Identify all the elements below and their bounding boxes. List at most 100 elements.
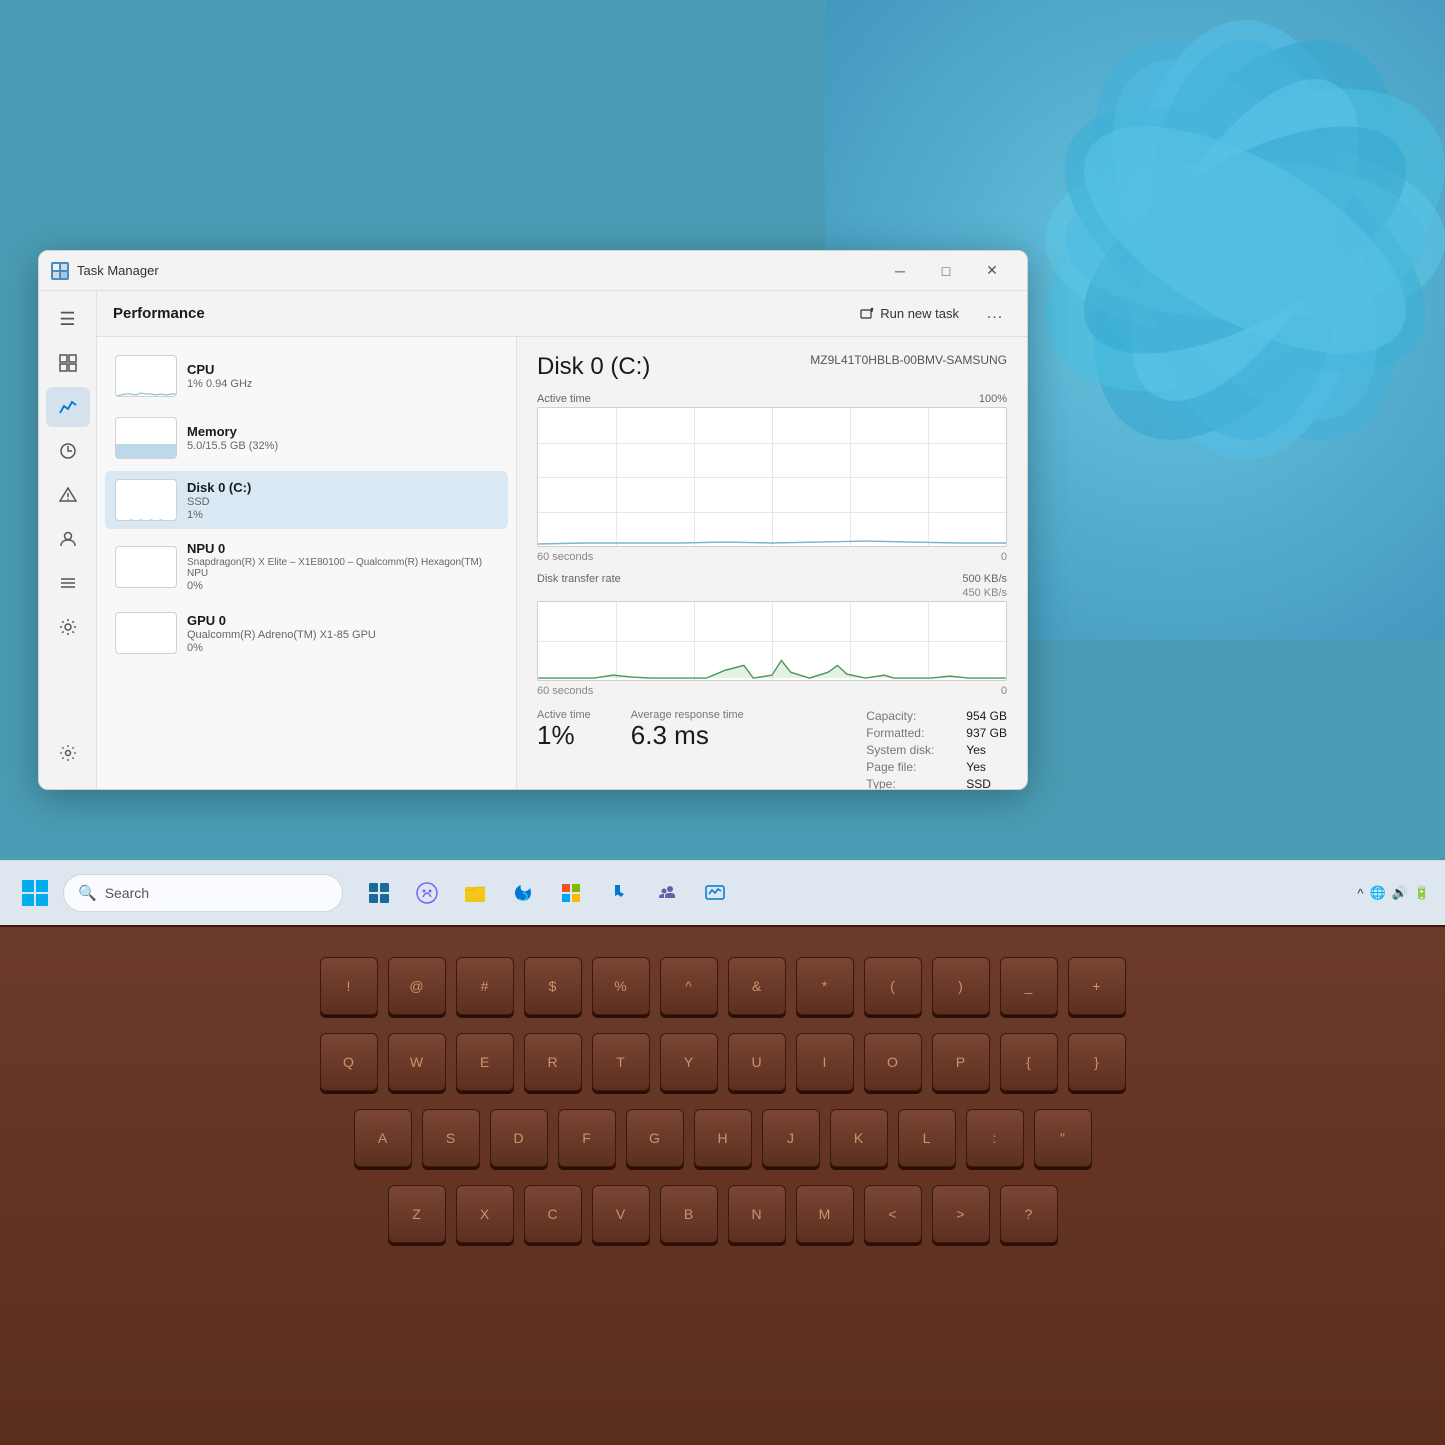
file-explorer-button[interactable]: [453, 871, 497, 915]
key-z[interactable]: Z: [388, 1185, 446, 1243]
system-tray[interactable]: ^: [1357, 886, 1363, 901]
key-lparen[interactable]: (: [864, 957, 922, 1015]
key-m[interactable]: M: [796, 1185, 854, 1243]
active-time-stat-value: 1%: [537, 721, 591, 750]
npu0-perf-item[interactable]: NPU 0 Snapdragon(R) X Elite – X1E80100 –…: [105, 533, 508, 600]
bing-icon: [608, 882, 630, 904]
transfer-rate-chart-label: Disk transfer rate 500 KB/s: [537, 573, 1007, 585]
task-manager-window: Task Manager ─ □ ✕ ☰: [38, 250, 1028, 790]
key-x[interactable]: X: [456, 1185, 514, 1243]
gpu0-perf-item[interactable]: GPU 0 Qualcomm(R) Adreno(TM) X1-85 GPU 0…: [105, 604, 508, 662]
key-rparen[interactable]: ): [932, 957, 990, 1015]
disk0-label: Disk 0 (C:): [187, 480, 498, 495]
key-i[interactable]: I: [796, 1033, 854, 1091]
memory-perf-item[interactable]: Memory 5.0/15.5 GB (32%): [105, 409, 508, 467]
key-t[interactable]: T: [592, 1033, 650, 1091]
key-underscore[interactable]: _: [1000, 957, 1058, 1015]
maximize-button[interactable]: □: [923, 255, 969, 287]
transfer-rate-chart: [537, 601, 1007, 681]
processes-nav-icon[interactable]: [46, 343, 90, 383]
key-gt[interactable]: >: [932, 1185, 990, 1243]
key-at[interactable]: @: [388, 957, 446, 1015]
key-dollar[interactable]: $: [524, 957, 582, 1015]
key-e[interactable]: E: [456, 1033, 514, 1091]
cpu-detail: 1% 0.94 GHz: [187, 378, 498, 390]
window-body: ☰: [39, 291, 1027, 789]
key-s[interactable]: S: [422, 1109, 480, 1167]
close-button[interactable]: ✕: [969, 255, 1015, 287]
key-w[interactable]: W: [388, 1033, 446, 1091]
key-a[interactable]: A: [354, 1109, 412, 1167]
bing-button[interactable]: [597, 871, 641, 915]
key-c[interactable]: C: [524, 1185, 582, 1243]
disk0-perf-item[interactable]: Disk 0 (C:) SSD 1%: [105, 471, 508, 529]
formatted-row: Formatted: 937 GB: [866, 726, 1007, 740]
app-history-nav-icon[interactable]: [46, 431, 90, 471]
key-v[interactable]: V: [592, 1185, 650, 1243]
key-k[interactable]: K: [830, 1109, 888, 1167]
key-d[interactable]: D: [490, 1109, 548, 1167]
key-quote[interactable]: ": [1034, 1109, 1092, 1167]
services-nav-icon[interactable]: [46, 607, 90, 647]
keyboard-row-3: A S D F G H J K L : ": [20, 1109, 1425, 1167]
key-l[interactable]: L: [898, 1109, 956, 1167]
copilot-button[interactable]: [405, 871, 449, 915]
start-button[interactable]: [15, 873, 55, 913]
performance-nav-icon[interactable]: [46, 387, 90, 427]
run-new-task-button[interactable]: Run new task: [848, 301, 971, 326]
key-o[interactable]: O: [864, 1033, 922, 1091]
performance-list: CPU 1% 0.94 GHz Memory 5.0/15.5 GB: [97, 337, 517, 789]
active-time-stat: Active time 1%: [537, 709, 591, 789]
system-disk-row: System disk: Yes: [866, 743, 1007, 757]
language-indicator[interactable]: 🌐: [1369, 885, 1385, 901]
network-monitor-button[interactable]: [693, 871, 737, 915]
key-h[interactable]: H: [694, 1109, 752, 1167]
edge-button[interactable]: [501, 871, 545, 915]
formatted-label: Formatted:: [866, 726, 956, 740]
tm-header: Performance Run new task ...: [97, 291, 1027, 337]
key-lt[interactable]: <: [864, 1185, 922, 1243]
cpu-perf-item[interactable]: CPU 1% 0.94 GHz: [105, 347, 508, 405]
key-plus[interactable]: +: [1068, 957, 1126, 1015]
key-amp[interactable]: &: [728, 957, 786, 1015]
gpu0-label: GPU 0: [187, 613, 498, 628]
hamburger-menu-button[interactable]: ☰: [46, 299, 90, 339]
copilot-icon: [415, 881, 439, 905]
key-star[interactable]: *: [796, 957, 854, 1015]
key-hash[interactable]: #: [456, 957, 514, 1015]
window-controls: ─ □ ✕: [877, 255, 1015, 287]
key-p[interactable]: P: [932, 1033, 990, 1091]
memory-label: Memory: [187, 424, 498, 439]
microsoft-store-button[interactable]: [549, 871, 593, 915]
battery-indicator[interactable]: 🔋: [1414, 885, 1430, 901]
key-lbracket[interactable]: {: [1000, 1033, 1058, 1091]
header-actions: Run new task ...: [848, 298, 1011, 330]
key-q[interactable]: Q: [320, 1033, 378, 1091]
key-n[interactable]: N: [728, 1185, 786, 1243]
key-g[interactable]: G: [626, 1109, 684, 1167]
key-r[interactable]: R: [524, 1033, 582, 1091]
minimize-button[interactable]: ─: [877, 255, 923, 287]
search-icon: 🔍: [78, 884, 97, 902]
key-question[interactable]: ?: [1000, 1185, 1058, 1243]
key-caret[interactable]: ^: [660, 957, 718, 1015]
task-view-button[interactable]: [357, 871, 401, 915]
key-u[interactable]: U: [728, 1033, 786, 1091]
key-f[interactable]: F: [558, 1109, 616, 1167]
details-nav-icon[interactable]: [46, 563, 90, 603]
tray-chevron[interactable]: ^: [1357, 886, 1363, 901]
volume-control[interactable]: 🔊: [1392, 885, 1408, 901]
users-nav-icon[interactable]: [46, 519, 90, 559]
key-j[interactable]: J: [762, 1109, 820, 1167]
taskbar-search[interactable]: 🔍 Search: [63, 874, 343, 912]
teams-button[interactable]: [645, 871, 689, 915]
key-rbracket[interactable]: }: [1068, 1033, 1126, 1091]
key-percent[interactable]: %: [592, 957, 650, 1015]
key-colon[interactable]: :: [966, 1109, 1024, 1167]
more-options-button[interactable]: ...: [979, 298, 1011, 330]
key-b[interactable]: B: [660, 1185, 718, 1243]
key-exclaim[interactable]: !: [320, 957, 378, 1015]
startup-apps-nav-icon[interactable]: [46, 475, 90, 515]
settings-nav-icon[interactable]: [46, 733, 90, 773]
key-y[interactable]: Y: [660, 1033, 718, 1091]
